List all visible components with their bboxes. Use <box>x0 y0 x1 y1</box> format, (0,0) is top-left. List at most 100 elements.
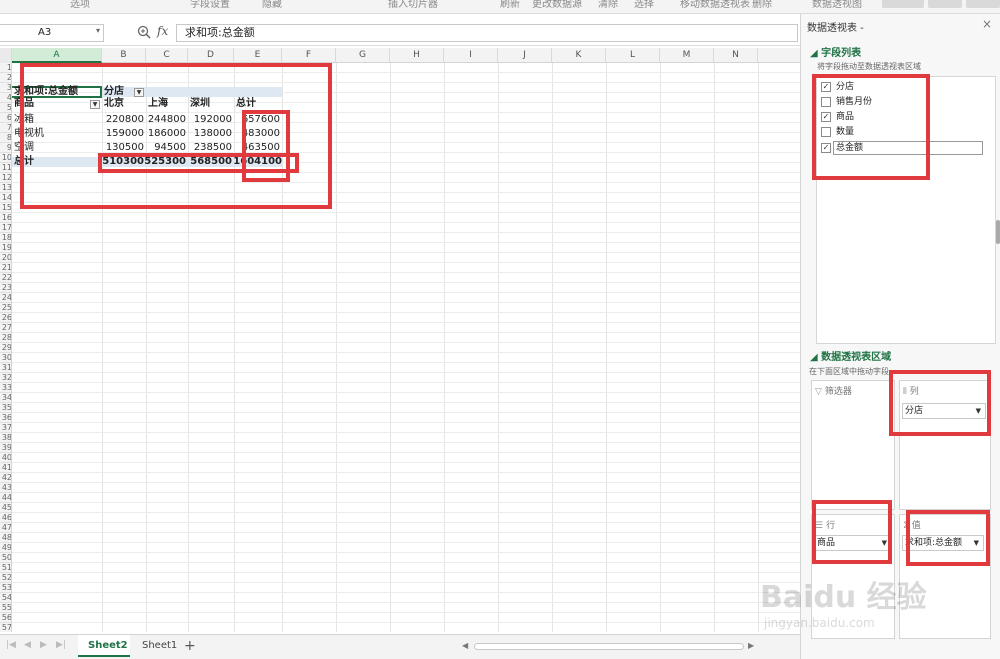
row-header[interactable]: 52 <box>0 573 11 583</box>
row-header[interactable]: 14 <box>0 193 11 203</box>
column-header[interactable]: I <box>444 48 498 63</box>
pivot-cell[interactable]: 138000 <box>188 129 232 139</box>
column-header[interactable]: B <box>102 48 146 63</box>
chevron-down-icon[interactable]: ▼ <box>976 404 981 418</box>
values-zone-field[interactable]: 求和项:总金额 ▼ <box>902 535 984 551</box>
row-header[interactable]: 6 <box>0 113 11 123</box>
pane-title[interactable]: 数据透视表 - <box>807 19 864 34</box>
row-header[interactable]: 45 <box>0 503 11 513</box>
prev-sheet-icon[interactable]: ◀ <box>24 640 31 650</box>
vertical-scrollbar-thumb[interactable] <box>996 220 1000 244</box>
row-header[interactable]: 54 <box>0 593 11 603</box>
col-filter-dropdown[interactable]: ▼ <box>134 88 144 97</box>
pivot-cell[interactable]: 657600 <box>234 115 280 125</box>
pivot-cell[interactable]: 192000 <box>188 115 232 125</box>
ribbon-label[interactable]: 选择 <box>634 0 654 10</box>
row-header[interactable]: 9 <box>0 143 11 153</box>
row-header[interactable]: 24 <box>0 293 11 303</box>
ribbon-label[interactable]: 移动数据透视表 <box>680 0 750 10</box>
pivot-total-cell[interactable]: 525300 <box>144 157 186 167</box>
fx-icon[interactable]: fx <box>157 24 168 38</box>
row-header[interactable]: 3 <box>0 83 11 93</box>
row-header[interactable]: 5 <box>0 103 11 113</box>
pivot-cell[interactable]: 186000 <box>146 129 186 139</box>
row-header[interactable]: 49 <box>0 543 11 553</box>
row-header[interactable]: 56 <box>0 613 11 623</box>
row-header[interactable]: 22 <box>0 273 11 283</box>
worksheet-grid[interactable]: A B C D E F G H I J K L M N 1 2 3 4 5 6 7 8 9 10 1… <box>0 48 800 632</box>
row-header[interactable]: 55 <box>0 603 11 613</box>
row-header[interactable]: 7 <box>0 123 11 133</box>
checkbox-unchecked-icon[interactable] <box>821 127 831 137</box>
pivot-col-item[interactable]: 北京 <box>104 99 144 109</box>
chevron-down-icon[interactable]: ▾ <box>96 26 100 35</box>
columns-zone[interactable]: ⫴ 列 分店 ▼ <box>899 380 991 510</box>
row-header[interactable]: 46 <box>0 513 11 523</box>
column-header[interactable]: G <box>336 48 390 63</box>
name-box[interactable]: A3 ▾ <box>0 24 104 42</box>
checkbox-checked-icon[interactable]: ✓ <box>821 82 831 92</box>
scroll-left-icon[interactable]: ◀ <box>462 641 468 650</box>
next-sheet-icon[interactable]: ▶ <box>40 640 47 650</box>
first-sheet-icon[interactable]: |◀ <box>6 640 16 650</box>
row-header[interactable]: 16 <box>0 213 11 223</box>
row-header[interactable]: 25 <box>0 303 11 313</box>
last-sheet-icon[interactable]: ▶| <box>56 640 66 650</box>
pivot-total-cell[interactable]: 510300 <box>100 157 144 167</box>
row-header[interactable]: 20 <box>0 253 11 263</box>
pivot-cell[interactable]: 159000 <box>102 129 144 139</box>
checkbox-unchecked-icon[interactable] <box>821 97 831 107</box>
pivot-row-label[interactable]: 电视机 <box>14 129 100 139</box>
row-header[interactable]: 29 <box>0 343 11 353</box>
column-header[interactable]: H <box>390 48 444 63</box>
field-item[interactable]: ✓ 商品 <box>821 111 991 124</box>
row-header[interactable]: 27 <box>0 323 11 333</box>
column-header[interactable]: F <box>282 48 336 63</box>
pivot-cell[interactable]: 238500 <box>188 143 232 153</box>
row-header[interactable]: 17 <box>0 223 11 233</box>
row-header[interactable]: 15 <box>0 203 11 213</box>
pivot-cell[interactable]: 463500 <box>234 143 280 153</box>
row-header[interactable]: 12 <box>0 173 11 183</box>
ribbon-button[interactable] <box>882 0 924 8</box>
tab-sheet1[interactable]: Sheet1 <box>132 635 180 657</box>
ribbon-label[interactable]: 隐藏 <box>262 0 282 10</box>
column-header[interactable]: C <box>146 48 188 63</box>
area-section-title[interactable]: ◢ 数据透视表区域 <box>810 348 891 363</box>
close-icon[interactable]: × <box>982 17 992 31</box>
row-header[interactable]: 40 <box>0 453 11 463</box>
column-header[interactable]: N <box>714 48 758 63</box>
columns-zone-field[interactable]: 分店 ▼ <box>902 403 986 419</box>
pivot-col-item[interactable]: 总计 <box>236 99 276 109</box>
column-header[interactable]: K <box>552 48 606 63</box>
chevron-down-icon[interactable]: ▼ <box>882 536 887 550</box>
row-header[interactable]: 36 <box>0 413 11 423</box>
select-all-corner[interactable] <box>0 48 12 63</box>
field-item[interactable]: ✓ 总金额 <box>821 141 991 155</box>
column-header[interactable]: D <box>188 48 234 63</box>
checkbox-checked-icon[interactable]: ✓ <box>821 112 831 122</box>
row-header[interactable]: 13 <box>0 183 11 193</box>
row-header[interactable]: 51 <box>0 563 11 573</box>
ribbon-label[interactable]: 清除 <box>598 0 618 10</box>
row-header[interactable]: 33 <box>0 383 11 393</box>
field-item[interactable]: 销售月份 <box>821 96 991 109</box>
tab-sheet2[interactable]: Sheet2 <box>78 635 130 657</box>
pivot-total-cell[interactable]: 1604100 <box>232 157 282 167</box>
ribbon-label[interactable]: 选项 <box>70 0 90 10</box>
row-header[interactable]: 30 <box>0 353 11 363</box>
field-item[interactable]: 数量 <box>821 126 991 139</box>
ribbon-label[interactable]: 更改数据源 <box>532 0 582 10</box>
row-header[interactable]: 42 <box>0 473 11 483</box>
pivot-row-label[interactable]: 空调 <box>14 143 100 153</box>
row-header[interactable]: 11 <box>0 163 11 173</box>
row-header[interactable]: 21 <box>0 263 11 273</box>
ribbon-label[interactable]: 字段设置 <box>190 0 230 10</box>
column-header[interactable]: J <box>498 48 552 63</box>
row-header[interactable]: 53 <box>0 583 11 593</box>
zoom-icon[interactable] <box>137 25 151 39</box>
pivot-cell[interactable]: 94500 <box>146 143 186 153</box>
horizontal-scrollbar[interactable]: ◀ ▶ <box>460 641 760 651</box>
row-header[interactable]: 43 <box>0 483 11 493</box>
formula-input[interactable]: 求和项:总金额 <box>176 24 798 42</box>
